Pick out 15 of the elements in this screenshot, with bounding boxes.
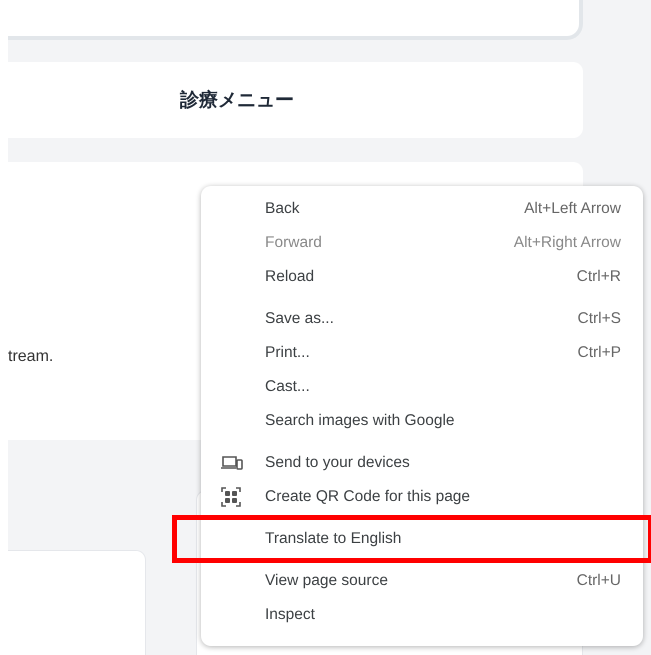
- section-heading: 診療メニュー: [180, 88, 294, 113]
- menu-item[interactable]: Print... Ctrl+P: [201, 336, 643, 370]
- menu-item[interactable]: Translate to English: [201, 522, 643, 556]
- menu-item[interactable]: Send to your devices: [201, 446, 643, 480]
- body-text: tream.: [8, 348, 54, 365]
- menu-item[interactable]: Reload Ctrl+R: [201, 260, 643, 294]
- menu-item[interactable]: Cast...: [201, 370, 643, 404]
- menu-item[interactable]: Search images with Google: [201, 404, 643, 438]
- menu-item[interactable]: Back Alt+Left Arrow: [201, 192, 643, 226]
- menu-item[interactable]: Create QR Code for this page: [201, 480, 643, 514]
- menu-item[interactable]: View page source Ctrl+U: [201, 564, 643, 598]
- qr-code-icon: [221, 487, 241, 507]
- menu-item[interactable]: Save as... Ctrl+S: [201, 302, 643, 336]
- devices-icon: [221, 456, 243, 470]
- menu-item[interactable]: Inspect: [201, 598, 643, 632]
